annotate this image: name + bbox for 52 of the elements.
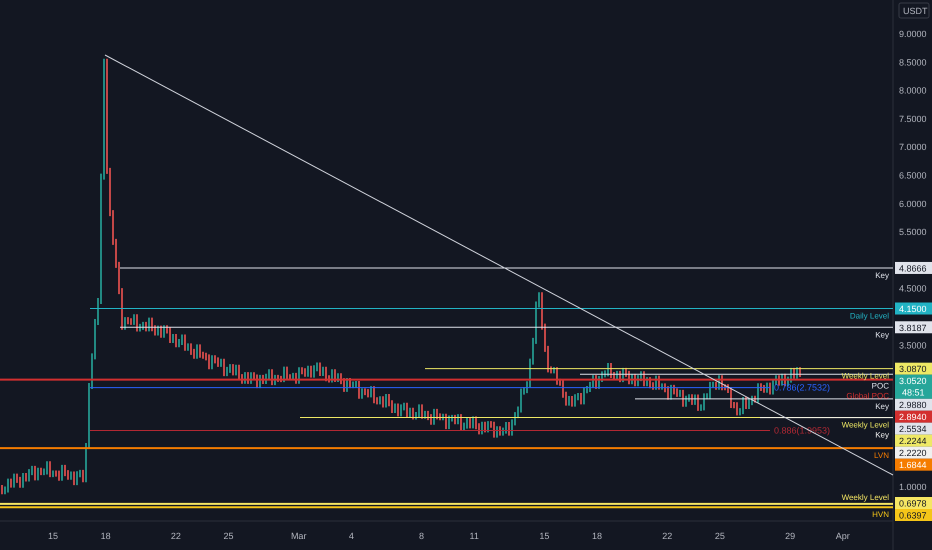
current-price-label: 3.0520 48:51 — [895, 374, 932, 399]
price-tick: 6.0000 — [899, 198, 927, 209]
price-tick: 5.5000 — [899, 227, 927, 238]
time-tick: 15 — [539, 531, 550, 541]
price-tick: 4.5000 — [899, 284, 927, 294]
price-tick: 1.0000 — [899, 482, 927, 492]
time-tick: 25 — [714, 531, 725, 541]
time-tick: 11 — [470, 531, 479, 541]
time-tick: 18 — [100, 531, 111, 541]
price-tick: 8.0000 — [899, 86, 927, 96]
level-text: HVN — [872, 510, 889, 520]
price-tick: 8.5000 — [899, 57, 927, 68]
currency-badge[interactable]: USDT — [898, 2, 930, 18]
price-label: 2.2220 — [895, 446, 932, 459]
time-tick: 18 — [592, 531, 602, 541]
price-tick: 6.5000 — [899, 170, 927, 180]
level-text: Daily Level — [850, 312, 889, 320]
price-label: 4.1500 — [895, 302, 932, 314]
time-tick: 29 — [785, 531, 796, 541]
price-label: 3.8187 — [895, 321, 932, 334]
price-label: 2.2244 — [895, 434, 932, 447]
time-tick: 8 — [419, 531, 424, 541]
time-tick: Apr — [836, 531, 850, 541]
level-text: Weekly Level — [842, 420, 889, 430]
time-tick: 22 — [170, 531, 181, 541]
level-text: LVN — [874, 451, 889, 460]
price-tick: 7.5000 — [899, 114, 927, 124]
level-text: POC — [872, 382, 889, 391]
price-label: 0.6397 — [895, 509, 932, 521]
level-text: Global POC — [846, 392, 889, 401]
price-tick: 3.5000 — [899, 340, 927, 350]
level-text: Weekly Level — [842, 492, 889, 502]
price-label: 0.6978 — [895, 497, 932, 509]
price-label: 4.8666 — [895, 262, 932, 274]
time-tick: 22 — [662, 531, 672, 541]
level-text: Key — [875, 430, 889, 440]
level-text: Key — [875, 330, 889, 340]
level-text: Key — [875, 270, 889, 280]
level-text: Weekly Level — [842, 372, 889, 381]
level-text: Key — [875, 402, 889, 411]
price-label: 2.9880 — [895, 398, 932, 411]
price-tick: 9.0000 — [899, 29, 927, 39]
fib-label: 0.786(2.7532) — [774, 382, 830, 393]
time-tick: 15 — [48, 531, 58, 541]
time-tick: 25 — [224, 531, 234, 541]
price-label: 2.8940 — [895, 410, 932, 423]
price-label: 1.6844 — [895, 458, 932, 471]
time-tick: Mar — [290, 531, 306, 541]
price-tick: 7.0000 — [899, 142, 927, 152]
time-tick: 4 — [348, 531, 354, 541]
price-label: 3.0870 — [895, 362, 932, 375]
price-label: 2.5534 — [895, 422, 932, 435]
